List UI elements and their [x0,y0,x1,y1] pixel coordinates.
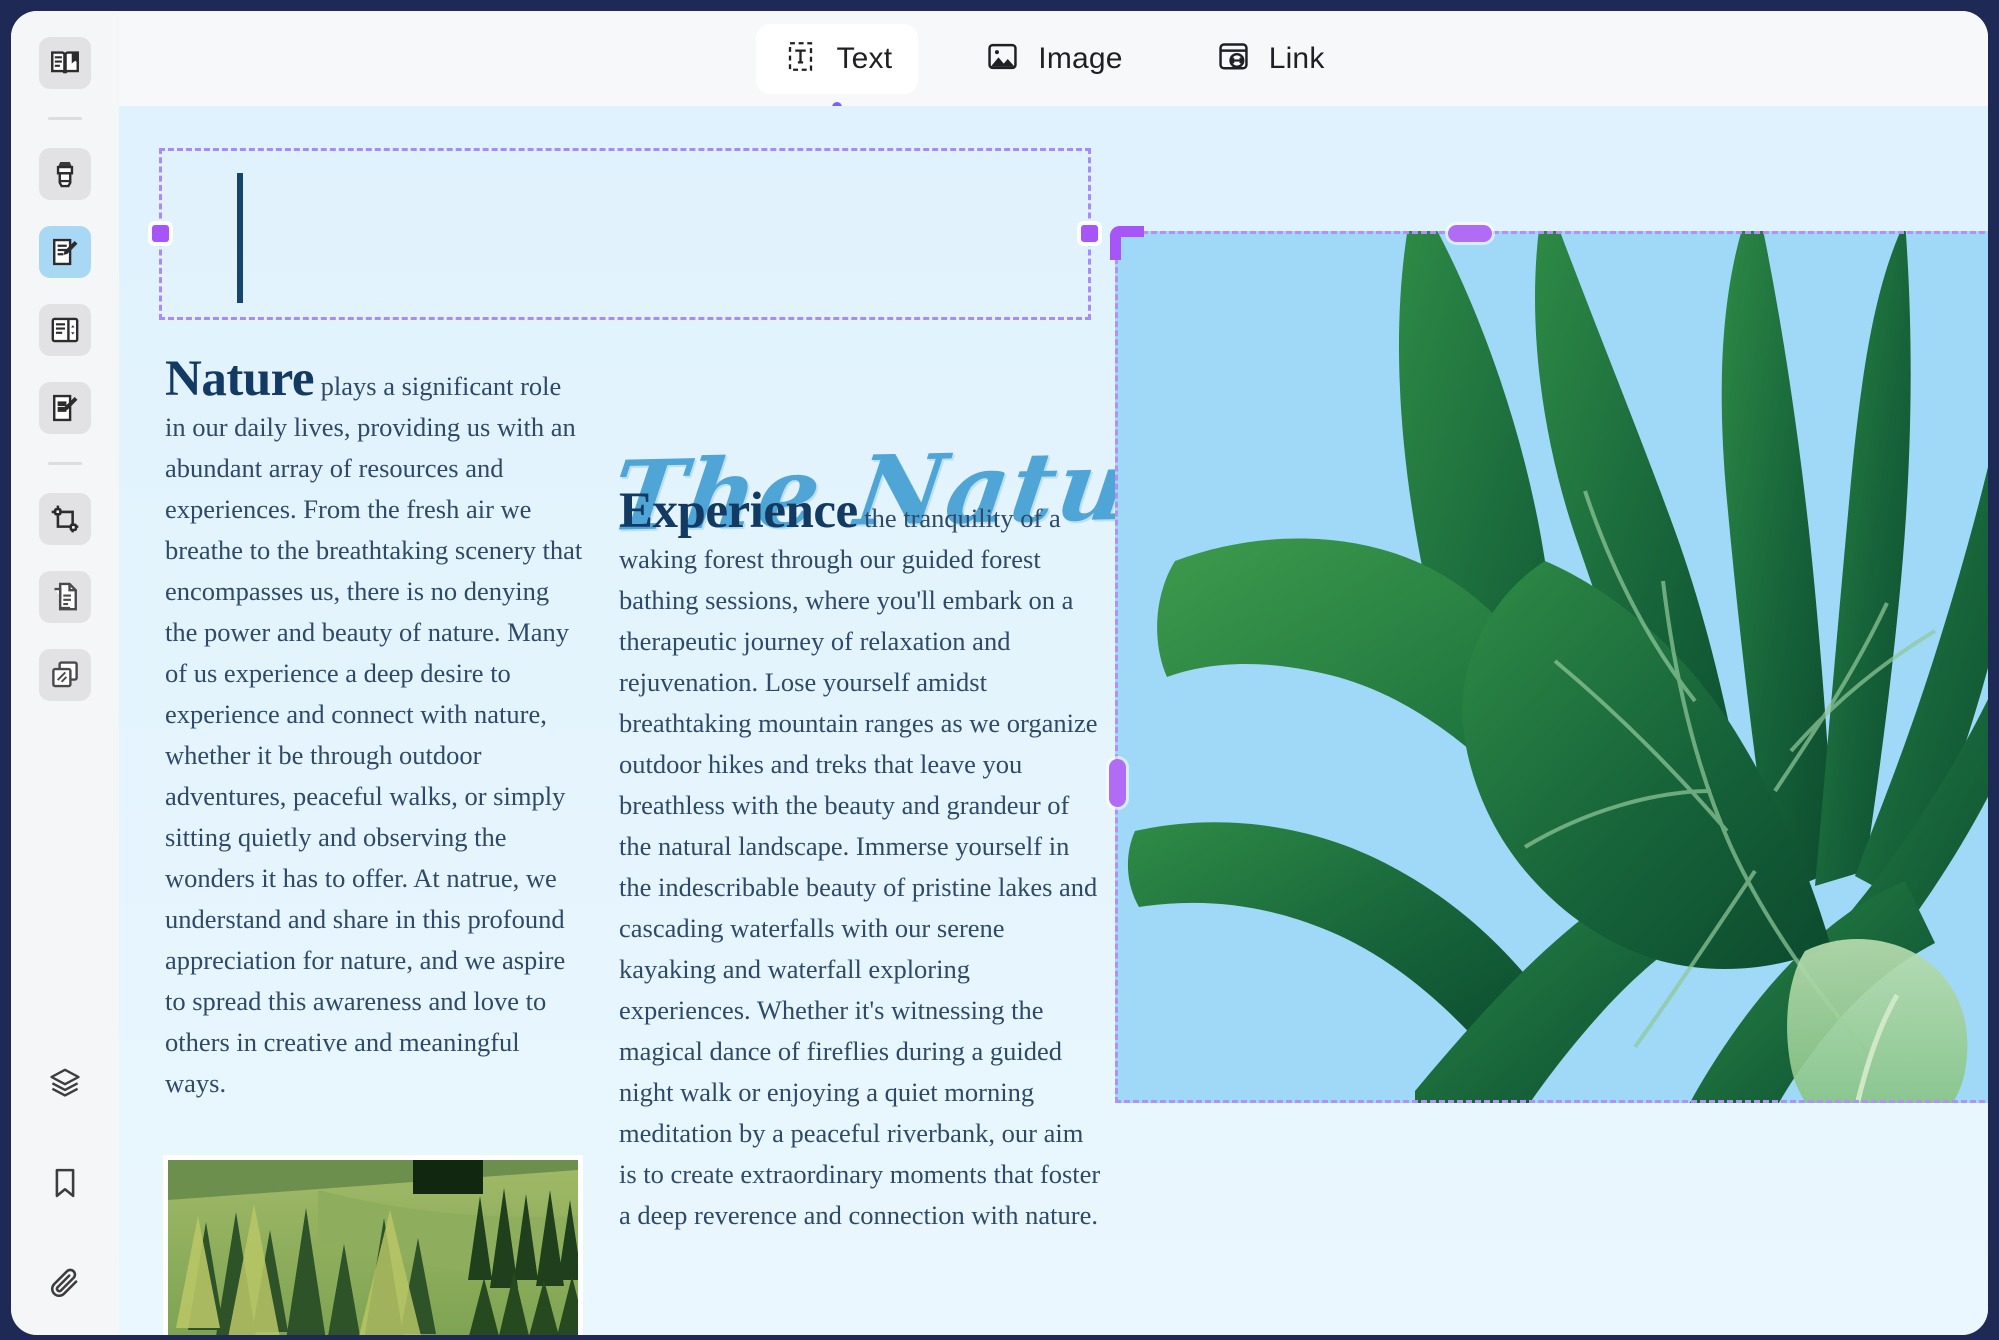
sidebar-item-highlighter[interactable] [39,148,91,200]
monstera-leaf-image[interactable] [1115,231,1988,1103]
sidebar-item-attachments[interactable] [39,1257,91,1309]
sidebar-tool-rail [11,11,119,1335]
canvas-edge [1982,106,1988,1335]
forest-photo-image[interactable] [163,1155,583,1335]
lead-word-experience: Experience [619,483,858,539]
sidebar-item-extract-page[interactable] [39,571,91,623]
insert-toolbar: Text Image Link [119,11,1988,112]
document-pen-icon [48,391,82,425]
tab-image[interactable]: Image [958,24,1148,94]
paragraph-nature-body: plays a significant role in our daily li… [165,371,583,1098]
tab-link[interactable]: Link [1189,24,1351,94]
sidebar-item-duplicate-page[interactable] [39,649,91,701]
tab-text[interactable]: Text [756,23,919,112]
split-page-icon [48,313,82,347]
sidebar-item-bookmarks[interactable] [39,1157,91,1209]
document-canvas[interactable]: The Nature Fix Nature plays a significan… [119,106,1988,1335]
sidebar-divider-2 [48,462,82,465]
empty-text-box[interactable] [152,148,1098,320]
forest-photo-artwork [168,1160,578,1335]
lead-word-nature: Nature [165,351,315,407]
sidebar-item-layers[interactable] [39,1057,91,1109]
tab-link-label: Link [1268,41,1325,75]
bookmark-icon [47,1165,83,1201]
tab-text-label: Text [836,41,893,75]
text-column-right[interactable]: Experience the tranquility of a waking f… [619,486,1107,1236]
layers-icon [47,1065,83,1101]
crop-icon [48,502,82,536]
text-column-left[interactable]: Nature plays a significant role in our d… [165,354,585,1104]
paragraph-experience-body: the tranquility of a waking forest throu… [619,503,1101,1230]
paragraph-experience: Experience the tranquility of a waking f… [619,486,1107,1236]
sidebar-item-crop[interactable] [39,493,91,545]
app-window: Text Image Link The Nature Fix Nature pl… [11,11,1988,1335]
link-card-icon [1215,38,1252,80]
sidebar-item-sign-document[interactable] [39,382,91,434]
image-icon [984,38,1021,80]
sidebar-bottom-group [39,1057,91,1335]
sidebar-divider-1 [48,117,82,120]
highlighter-icon [48,157,82,191]
text-box-icon [782,38,819,80]
paperclip-icon [47,1265,83,1301]
monstera-leaf-artwork [1115,231,1988,1103]
textbox-resize-handle-left[interactable] [152,225,169,242]
textbox-resize-handle-right[interactable] [1081,225,1098,242]
duplicate-pages-icon [48,658,82,692]
sidebar-item-read-mode[interactable] [39,37,91,89]
paragraph-nature: Nature plays a significant role in our d… [165,354,585,1104]
text-cursor [237,173,243,303]
document-copy-icon [48,580,82,614]
tab-image-label: Image [1038,41,1123,75]
sidebar-item-annotate[interactable] [39,226,91,278]
note-edit-icon [48,235,82,269]
sidebar-item-page-layout[interactable] [39,304,91,356]
open-book-icon [48,46,82,80]
workspace: Text Image Link The Nature Fix Nature pl… [119,11,1988,1335]
